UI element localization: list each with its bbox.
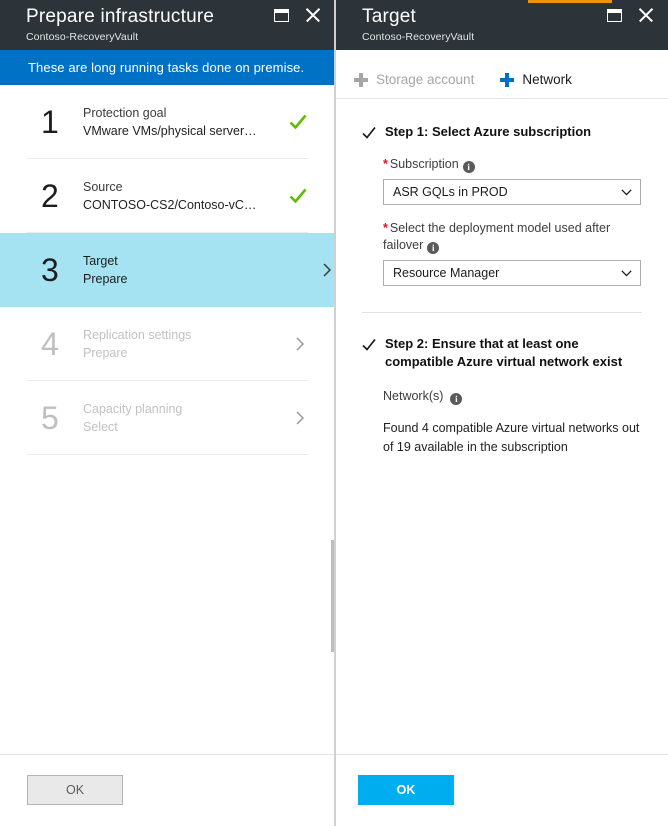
deployment-model-field: * Select the deployment model used after … [383, 220, 642, 286]
step-desc: CONTOSO-CS2/Contoso-vCent... [83, 197, 258, 212]
add-storage-account-button[interactable]: Storage account [354, 72, 474, 87]
plus-icon [354, 72, 368, 87]
maximize-icon[interactable] [274, 8, 289, 22]
active-blade-accent-bar [528, 0, 612, 3]
close-icon[interactable] [305, 7, 321, 23]
info-icon[interactable]: i [450, 393, 463, 405]
wizard-step-source[interactable]: 2 Source CONTOSO-CS2/Contoso-vCent... [27, 159, 308, 233]
right-ok-button[interactable]: OK [358, 775, 454, 805]
step1-heading: Step 1: Select Azure subscription [362, 123, 642, 141]
section-divider [362, 312, 642, 313]
subscription-dropdown[interactable]: ASR GQLs in PROD [383, 179, 641, 205]
right-blade-subtitle: Contoso-RecoveryVault [362, 31, 475, 43]
left-window-controls [274, 7, 321, 23]
check-icon [289, 114, 307, 129]
step-number: 5 [41, 399, 59, 436]
plus-icon [500, 72, 515, 87]
subscription-value: ASR GQLs in PROD [393, 185, 508, 199]
right-blade-footer: OK [336, 754, 668, 826]
subscription-field: * Subscription i ASR GQLs in PROD [383, 156, 642, 205]
prepare-infrastructure-blade: Prepare infrastructure Contoso-RecoveryV… [0, 0, 335, 826]
deployment-model-dropdown[interactable]: Resource Manager [383, 260, 641, 286]
step-desc: Select [83, 419, 118, 434]
step-desc: Prepare [83, 345, 128, 360]
deployment-model-label: * Select the deployment model used after … [383, 220, 642, 254]
required-asterisk: * [383, 157, 388, 171]
close-icon[interactable] [638, 7, 654, 23]
required-asterisk: * [383, 221, 388, 235]
step1-title: Step 1: Select Azure subscription [385, 124, 592, 139]
target-toolbar: Storage account Network [336, 61, 668, 99]
step-title: Replication settings [83, 327, 192, 342]
info-icon[interactable]: i [427, 242, 440, 254]
maximize-icon[interactable] [607, 8, 622, 22]
left-ok-button[interactable]: OK [27, 775, 123, 805]
step-number: 4 [41, 325, 59, 362]
info-icon[interactable]: i [462, 161, 475, 173]
target-blade-body: Step 1: Select Azure subscription * Subsc… [336, 99, 668, 457]
chevron-right-icon [296, 410, 305, 425]
blade-scrollbar-thumb[interactable] [331, 540, 334, 652]
step-desc: Prepare [83, 272, 128, 286]
right-window-controls [607, 7, 654, 23]
check-icon [362, 126, 376, 139]
info-banner: These are long running tasks done on pre… [0, 50, 335, 85]
networks-label: Network(s) i [383, 389, 642, 405]
right-blade-header: Target Contoso-RecoveryVault [336, 0, 668, 50]
subscription-label-text: Subscription [389, 157, 459, 171]
target-blade: Target Contoso-RecoveryVault Storage acc… [336, 0, 668, 826]
add-storage-account-label: Storage account [376, 72, 475, 87]
wizard-step-protection-goal[interactable]: 1 Protection goal VMware VMs/physical se… [27, 85, 308, 159]
chevron-right-icon [296, 336, 305, 351]
wizard-step-target[interactable]: 3 Target Prepare [0, 233, 335, 307]
step2-title: Step 2: Ensure that at least one compati… [385, 336, 623, 369]
networks-label-text: Network(s) [383, 389, 444, 403]
info-banner-text: These are long running tasks done on pre… [28, 60, 305, 75]
step-title: Source [83, 179, 123, 194]
networks-result-text: Found 4 compatible Azure virtual network… [383, 421, 640, 454]
chevron-down-icon [621, 188, 632, 195]
step-title: Target [83, 254, 118, 268]
deployment-model-value: Resource Manager [393, 266, 500, 280]
add-network-button[interactable]: Network [500, 72, 572, 87]
deployment-model-label-text: Select the deployment model used after f… [383, 221, 611, 252]
step-desc: VMware VMs/physical servers t... [83, 123, 258, 138]
subscription-label: * Subscription i [383, 156, 642, 173]
step2-heading: Step 2: Ensure that at least one compati… [362, 335, 642, 371]
add-network-label: Network [522, 72, 572, 87]
check-icon [289, 188, 307, 203]
left-blade-footer: OK [0, 754, 335, 826]
step-number: 1 [41, 103, 59, 140]
check-icon [362, 338, 376, 351]
step-number: 3 [41, 252, 59, 288]
step-number: 2 [41, 177, 59, 214]
wizard-step-capacity-planning[interactable]: 5 Capacity planning Select [27, 381, 308, 455]
wizard-step-replication-settings[interactable]: 4 Replication settings Prepare [27, 307, 308, 381]
chevron-down-icon [621, 269, 632, 276]
left-blade-subtitle: Contoso-RecoveryVault [26, 31, 139, 43]
left-blade-header: Prepare infrastructure Contoso-RecoveryV… [0, 0, 335, 50]
wizard-steps-list: 1 Protection goal VMware VMs/physical se… [0, 85, 335, 455]
step-title: Capacity planning [83, 401, 183, 416]
step-title: Protection goal [83, 105, 167, 120]
